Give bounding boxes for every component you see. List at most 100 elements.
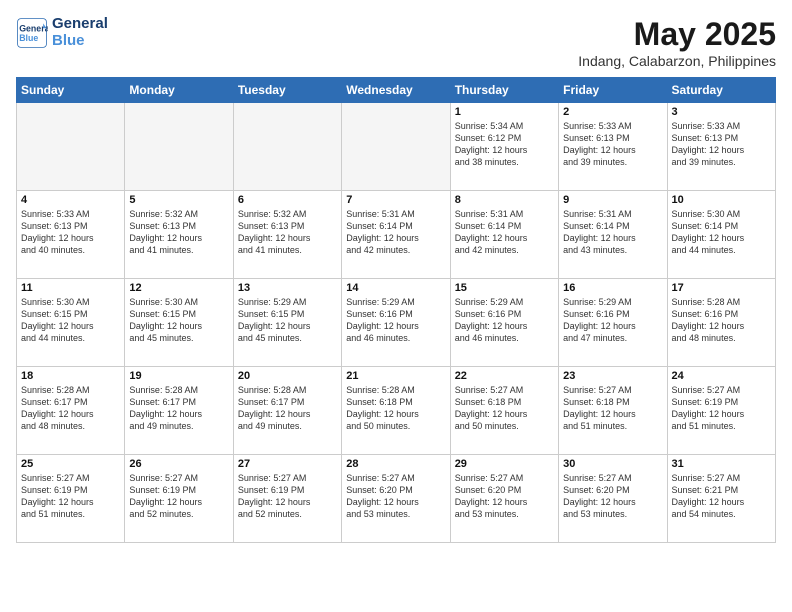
header-friday: Friday	[559, 78, 667, 103]
header-thursday: Thursday	[450, 78, 558, 103]
day-info: Sunrise: 5:28 AM Sunset: 6:17 PM Dayligh…	[129, 384, 228, 433]
calendar-cell: 31 Sunrise: 5:27 AM Sunset: 6:21 PM Dayli…	[667, 455, 775, 543]
calendar-cell: 6 Sunrise: 5:32 AM Sunset: 6:13 PM Daylig…	[233, 191, 341, 279]
calendar-cell: 17 Sunrise: 5:28 AM Sunset: 6:16 PM Dayli…	[667, 279, 775, 367]
day-number: 13	[238, 282, 337, 294]
calendar-cell	[125, 103, 233, 191]
calendar-cell: 30 Sunrise: 5:27 AM Sunset: 6:20 PM Dayli…	[559, 455, 667, 543]
day-number: 9	[563, 194, 662, 206]
day-number: 29	[455, 458, 554, 470]
calendar-cell: 9 Sunrise: 5:31 AM Sunset: 6:14 PM Daylig…	[559, 191, 667, 279]
header-sunday: Sunday	[17, 78, 125, 103]
header-tuesday: Tuesday	[233, 78, 341, 103]
calendar-cell: 7 Sunrise: 5:31 AM Sunset: 6:14 PM Daylig…	[342, 191, 450, 279]
day-number: 15	[455, 282, 554, 294]
calendar-cell	[17, 103, 125, 191]
calendar-body: 1 Sunrise: 5:34 AM Sunset: 6:12 PM Daylig…	[17, 103, 776, 543]
calendar-cell: 13 Sunrise: 5:29 AM Sunset: 6:15 PM Dayli…	[233, 279, 341, 367]
day-number: 1	[455, 106, 554, 118]
day-info: Sunrise: 5:27 AM Sunset: 6:19 PM Dayligh…	[129, 472, 228, 521]
calendar-cell: 24Sunrise: 5:27 AM Sunset: 6:19 PM Dayli…	[667, 367, 775, 455]
day-info: Sunrise: 5:29 AM Sunset: 6:16 PM Dayligh…	[455, 296, 554, 345]
day-number: 27	[238, 458, 337, 470]
day-info: Sunrise: 5:28 AM Sunset: 6:16 PM Dayligh…	[672, 296, 771, 345]
day-number: 17	[672, 282, 771, 294]
day-info: Sunrise: 5:27 AM Sunset: 6:21 PM Dayligh…	[672, 472, 771, 521]
logo: General Blue General Blue	[16, 16, 108, 49]
calendar-cell	[233, 103, 341, 191]
day-info: Sunrise: 5:28 AM Sunset: 6:17 PM Dayligh…	[21, 384, 120, 433]
day-number: 19	[129, 370, 228, 382]
logo-text: General Blue	[52, 16, 108, 49]
day-number: 7	[346, 194, 445, 206]
day-info: Sunrise: 5:29 AM Sunset: 6:16 PM Dayligh…	[563, 296, 662, 345]
day-number: 30	[563, 458, 662, 470]
calendar-cell: 2Sunrise: 5:33 AM Sunset: 6:13 PM Daylig…	[559, 103, 667, 191]
page-header: General Blue General Blue May 2025 Indan…	[16, 16, 776, 69]
day-number: 11	[21, 282, 120, 294]
calendar-cell: 5Sunrise: 5:32 AM Sunset: 6:13 PM Daylig…	[125, 191, 233, 279]
day-number: 8	[455, 194, 554, 206]
day-info: Sunrise: 5:27 AM Sunset: 6:20 PM Dayligh…	[346, 472, 445, 521]
logo-icon: General Blue	[16, 17, 48, 49]
day-number: 6	[238, 194, 337, 206]
day-number: 20	[238, 370, 337, 382]
day-info: Sunrise: 5:27 AM Sunset: 6:19 PM Dayligh…	[238, 472, 337, 521]
day-info: Sunrise: 5:33 AM Sunset: 6:13 PM Dayligh…	[563, 120, 662, 169]
calendar-cell: 3 Sunrise: 5:33 AM Sunset: 6:13 PM Daylig…	[667, 103, 775, 191]
calendar-cell: 4Sunrise: 5:33 AM Sunset: 6:13 PM Daylig…	[17, 191, 125, 279]
calendar-cell: 12Sunrise: 5:30 AM Sunset: 6:15 PM Dayli…	[125, 279, 233, 367]
day-info: Sunrise: 5:30 AM Sunset: 6:15 PM Dayligh…	[21, 296, 120, 345]
calendar-cell	[342, 103, 450, 191]
calendar-cell: 20 Sunrise: 5:28 AM Sunset: 6:17 PM Dayli…	[233, 367, 341, 455]
calendar-cell: 27 Sunrise: 5:27 AM Sunset: 6:19 PM Dayli…	[233, 455, 341, 543]
calendar-cell: 25 Sunrise: 5:27 AM Sunset: 6:19 PM Dayli…	[17, 455, 125, 543]
day-number: 10	[672, 194, 771, 206]
header-saturday: Saturday	[667, 78, 775, 103]
day-info: Sunrise: 5:32 AM Sunset: 6:13 PM Dayligh…	[238, 208, 337, 257]
day-info: Sunrise: 5:28 AM Sunset: 6:17 PM Dayligh…	[238, 384, 337, 433]
day-info: Sunrise: 5:27 AM Sunset: 6:20 PM Dayligh…	[563, 472, 662, 521]
day-number: 5	[129, 194, 228, 206]
week-row-2: 4Sunrise: 5:33 AM Sunset: 6:13 PM Daylig…	[17, 191, 776, 279]
day-info: Sunrise: 5:30 AM Sunset: 6:15 PM Dayligh…	[129, 296, 228, 345]
calendar-cell: 11 Sunrise: 5:30 AM Sunset: 6:15 PM Dayli…	[17, 279, 125, 367]
day-info: Sunrise: 5:33 AM Sunset: 6:13 PM Dayligh…	[21, 208, 120, 257]
day-info: Sunrise: 5:31 AM Sunset: 6:14 PM Dayligh…	[563, 208, 662, 257]
day-number: 31	[672, 458, 771, 470]
day-info: Sunrise: 5:29 AM Sunset: 6:16 PM Dayligh…	[346, 296, 445, 345]
calendar-cell: 23Sunrise: 5:27 AM Sunset: 6:18 PM Dayli…	[559, 367, 667, 455]
day-info: Sunrise: 5:29 AM Sunset: 6:15 PM Dayligh…	[238, 296, 337, 345]
day-number: 28	[346, 458, 445, 470]
day-number: 23	[563, 370, 662, 382]
calendar-cell: 22Sunrise: 5:27 AM Sunset: 6:18 PM Dayli…	[450, 367, 558, 455]
day-info: Sunrise: 5:31 AM Sunset: 6:14 PM Dayligh…	[346, 208, 445, 257]
calendar-table: SundayMondayTuesdayWednesdayThursdayFrid…	[16, 77, 776, 543]
calendar-cell: 16 Sunrise: 5:29 AM Sunset: 6:16 PM Dayli…	[559, 279, 667, 367]
day-number: 14	[346, 282, 445, 294]
day-info: Sunrise: 5:28 AM Sunset: 6:18 PM Dayligh…	[346, 384, 445, 433]
day-number: 21	[346, 370, 445, 382]
calendar-cell: 1 Sunrise: 5:34 AM Sunset: 6:12 PM Daylig…	[450, 103, 558, 191]
calendar-cell: 29Sunrise: 5:27 AM Sunset: 6:20 PM Dayli…	[450, 455, 558, 543]
calendar-cell: 14 Sunrise: 5:29 AM Sunset: 6:16 PM Dayli…	[342, 279, 450, 367]
week-row-4: 18 Sunrise: 5:28 AM Sunset: 6:17 PM Dayli…	[17, 367, 776, 455]
day-number: 3	[672, 106, 771, 118]
day-info: Sunrise: 5:34 AM Sunset: 6:12 PM Dayligh…	[455, 120, 554, 169]
day-number: 16	[563, 282, 662, 294]
subtitle: Indang, Calabarzon, Philippines	[578, 53, 776, 69]
day-info: Sunrise: 5:33 AM Sunset: 6:13 PM Dayligh…	[672, 120, 771, 169]
day-info: Sunrise: 5:27 AM Sunset: 6:19 PM Dayligh…	[21, 472, 120, 521]
svg-text:Blue: Blue	[19, 33, 38, 43]
calendar-cell: 18 Sunrise: 5:28 AM Sunset: 6:17 PM Dayli…	[17, 367, 125, 455]
calendar-header-row: SundayMondayTuesdayWednesdayThursdayFrid…	[17, 78, 776, 103]
calendar-cell: 21 Sunrise: 5:28 AM Sunset: 6:18 PM Dayli…	[342, 367, 450, 455]
calendar-cell: 10Sunrise: 5:30 AM Sunset: 6:14 PM Dayli…	[667, 191, 775, 279]
day-number: 25	[21, 458, 120, 470]
day-info: Sunrise: 5:27 AM Sunset: 6:18 PM Dayligh…	[455, 384, 554, 433]
title-block: May 2025 Indang, Calabarzon, Philippines	[578, 16, 776, 69]
day-number: 26	[129, 458, 228, 470]
header-monday: Monday	[125, 78, 233, 103]
month-title: May 2025	[578, 16, 776, 53]
day-number: 18	[21, 370, 120, 382]
